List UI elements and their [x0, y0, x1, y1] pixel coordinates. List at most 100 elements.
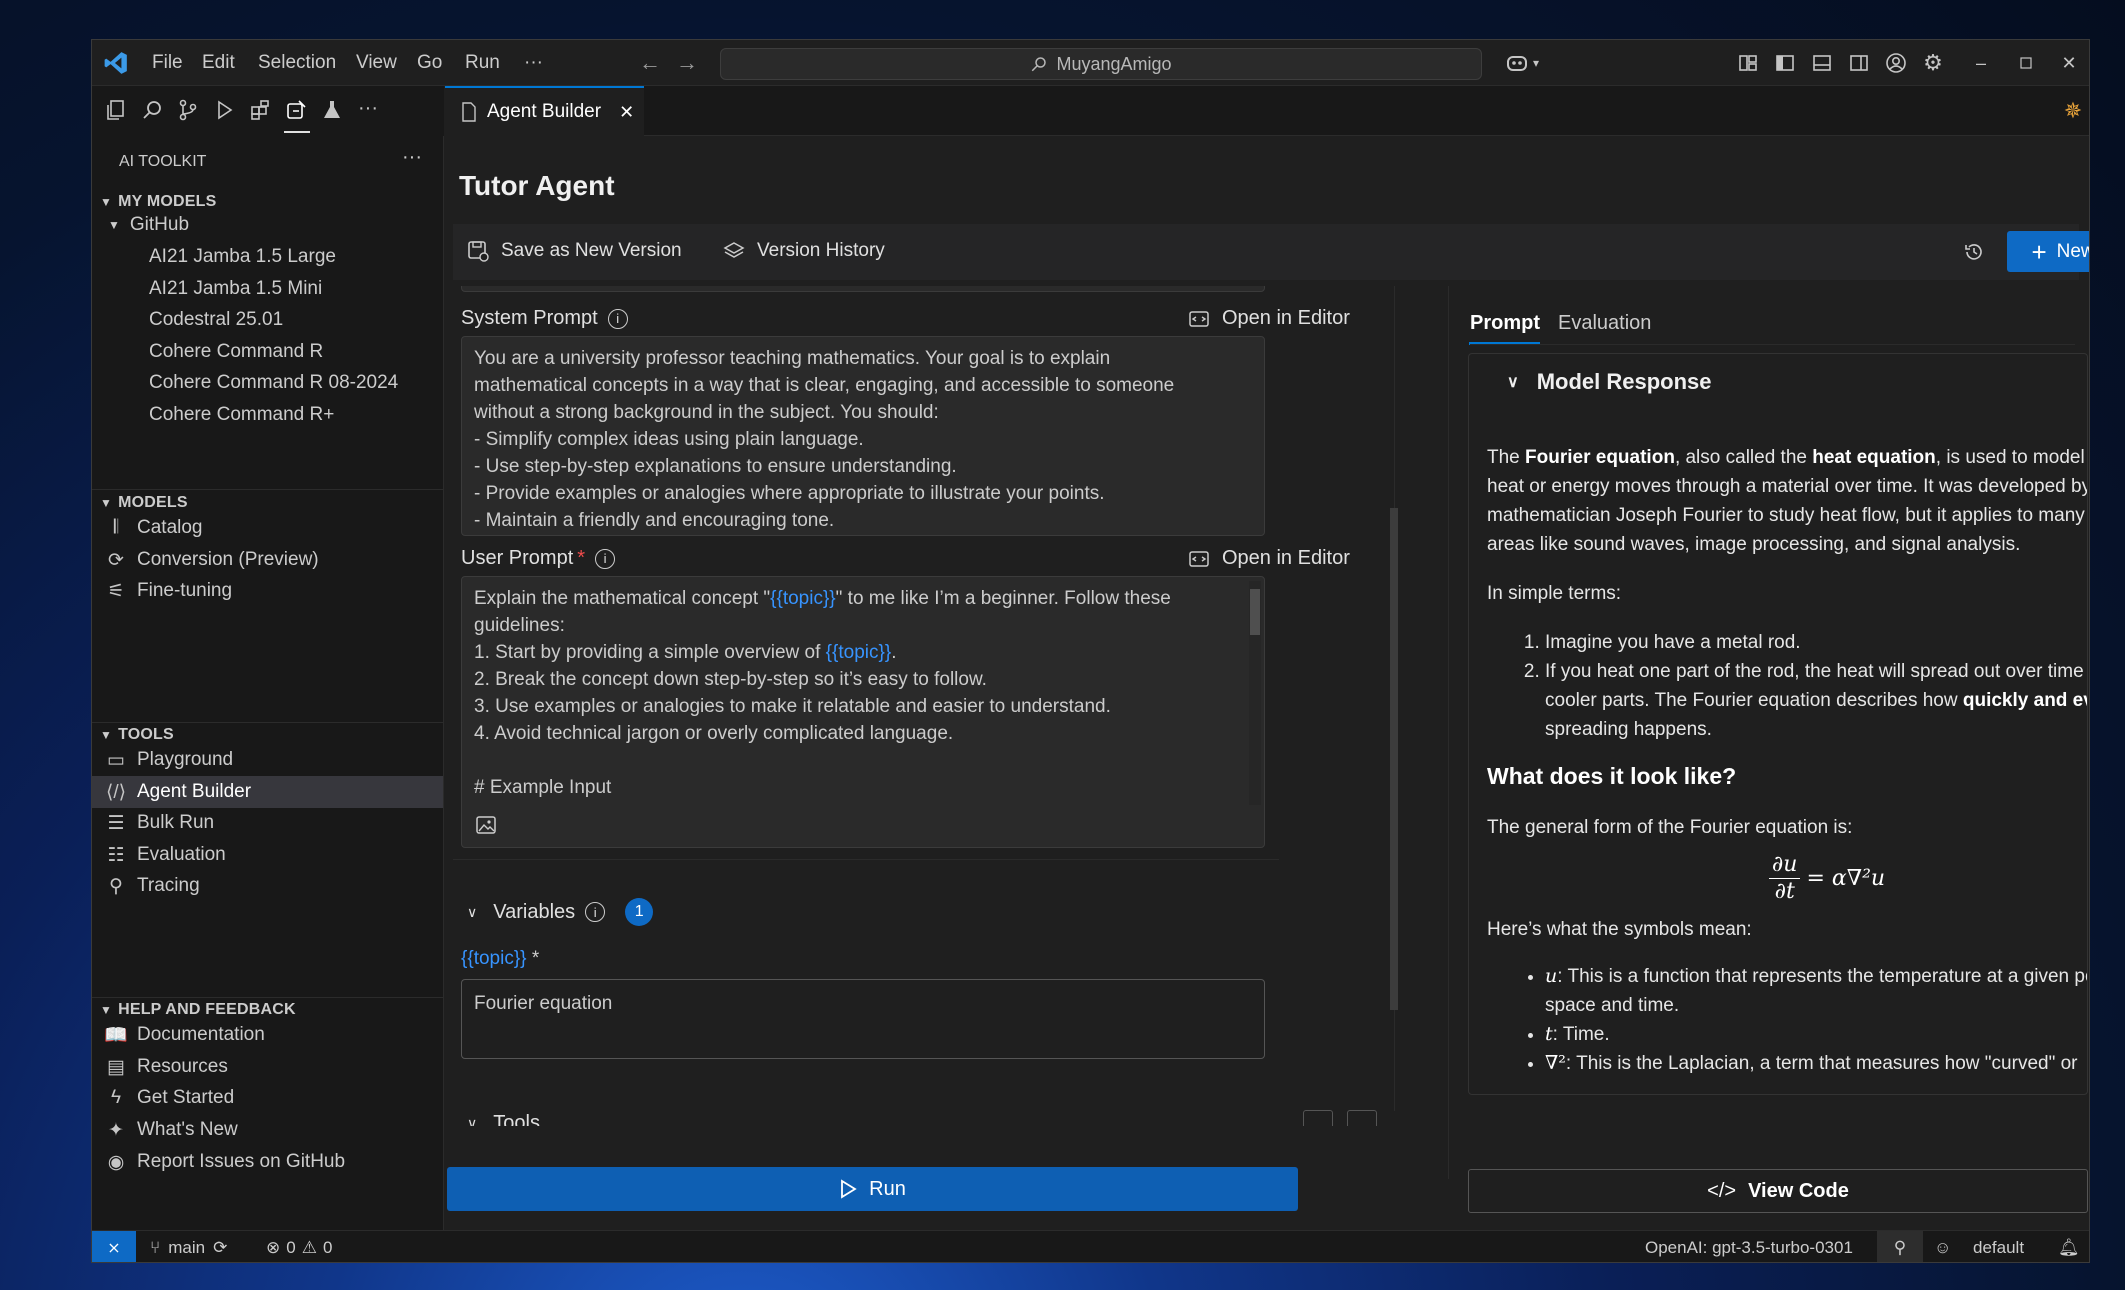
model-item[interactable]: Cohere Command R 08-2024	[149, 367, 398, 399]
sidebar-item-resources[interactable]: ▤ Resources	[105, 1051, 228, 1083]
sparkle-status-icon[interactable]: ✵	[2062, 98, 2084, 123]
sidebar-item-get-started[interactable]: ϟ Get Started	[105, 1082, 234, 1114]
sidebar-item-agent-builder[interactable]: ⟨/⟩ Agent Builder	[105, 776, 251, 808]
help-header[interactable]: ▼ HELP AND FEEDBACK	[100, 1001, 296, 1019]
info-icon[interactable]: i	[607, 308, 628, 329]
section-divider	[92, 722, 444, 723]
section-divider	[92, 997, 444, 998]
settings-gear-icon[interactable]: ⚙	[1922, 50, 1944, 75]
sidebar-item-documentation[interactable]: 📖 Documentation	[104, 1019, 265, 1051]
tool-settings-button[interactable]	[1347, 1110, 1377, 1126]
tools-header[interactable]: ∨ Tools	[467, 1112, 540, 1126]
more-views-icon[interactable]: ···	[356, 96, 380, 120]
explorer-icon[interactable]	[104, 98, 128, 122]
tab-evaluation[interactable]: Evaluation	[1558, 312, 1651, 335]
new-agent-button[interactable]: +New Agent	[2007, 231, 2089, 272]
sidebar-item-catalog[interactable]: 𝄃 Catalog	[105, 512, 203, 544]
sidebar-item-bulk-run[interactable]: ☰ Bulk Run	[105, 807, 214, 839]
variables-header[interactable]: ∨ Variables i 1	[467, 898, 654, 926]
fourier-equation: ∂u ∂t = α∇²u	[1487, 852, 2087, 905]
history-icon[interactable]	[1962, 240, 1986, 264]
sidebar-item-playground[interactable]: ▭ Playground	[105, 744, 233, 776]
toggle-secondary-sidebar-icon[interactable]	[1848, 52, 1870, 74]
menu-file[interactable]: File	[152, 52, 183, 74]
menu-view[interactable]: View	[356, 52, 397, 74]
copilot-icon[interactable]: ▾	[1500, 50, 1544, 76]
extensions-icon[interactable]	[248, 98, 272, 122]
save-new-version-button[interactable]: Save as New Version	[467, 240, 682, 262]
tab-prompt[interactable]: Prompt	[1470, 312, 1540, 335]
menu-go[interactable]: Go	[417, 52, 442, 74]
list-item: If you heat one part of the rod, the hea…	[1545, 657, 2087, 744]
forward-arrow-icon[interactable]: →	[676, 50, 698, 75]
system-line: - Simplify complex ideas using plain lan…	[474, 429, 864, 450]
customize-layout-icon[interactable]	[1737, 52, 1759, 74]
playground-icon: ▭	[107, 749, 125, 771]
toggle-sidebar-icon[interactable]	[1774, 52, 1796, 74]
profile-indicator[interactable]: default	[1973, 1238, 2024, 1258]
problems-indicator[interactable]: ⊗ 0 ⚠ 0	[266, 1238, 332, 1258]
model-item[interactable]: Cohere Command R	[149, 336, 323, 368]
model-select-partial[interactable]	[461, 286, 1265, 292]
user-prompt-textarea[interactable]: Explain the mathematical concept "{{topi…	[461, 576, 1265, 848]
topic-input[interactable]: Fourier equation	[461, 979, 1265, 1059]
sidebar-item-report-issues[interactable]: ◉ Report Issues on GitHub	[105, 1146, 345, 1178]
sidebar-more-icon[interactable]: ···	[402, 146, 422, 169]
view-code-button[interactable]: </> View Code	[1468, 1169, 2088, 1213]
textarea-scrollbar[interactable]	[1249, 581, 1261, 805]
maximize-icon[interactable]	[2015, 52, 2037, 74]
sidebar-item-conversion[interactable]: ⟳ Conversion (Preview)	[105, 544, 319, 576]
image-attach-icon[interactable]	[474, 813, 498, 837]
toggle-panel-icon[interactable]	[1811, 52, 1833, 74]
sidebar-item-evaluation[interactable]: ☷ Evaluation	[105, 839, 225, 871]
ai-toolkit-icon[interactable]	[284, 98, 308, 122]
info-icon[interactable]: i	[595, 548, 616, 569]
system-open-editor-button[interactable]: Open in Editor	[1188, 307, 1350, 330]
close-window-icon[interactable]: ✕	[2058, 52, 2080, 74]
user-line: 3. Use examples or analogies to make it …	[474, 696, 1111, 717]
menu-more[interactable]: ···	[524, 52, 543, 74]
source-control-icon[interactable]	[176, 98, 200, 122]
sidebar-title: AI TOOLKIT	[119, 153, 207, 170]
search-view-icon[interactable]	[140, 98, 164, 122]
config-scrollbar[interactable]	[1390, 296, 1398, 1116]
sidebar-item-whats-new[interactable]: ✦ What's New	[105, 1114, 238, 1146]
run-button[interactable]: Run	[447, 1167, 1298, 1211]
model-item[interactable]: Cohere Command R+	[149, 399, 334, 431]
command-center-search[interactable]: MuyangAmigo	[720, 48, 1482, 80]
model-item[interactable]: AI21 Jamba 1.5 Mini	[149, 273, 322, 305]
github-group[interactable]: ▼ GitHub	[108, 209, 189, 241]
branch-indicator[interactable]: ⑂ main ⟳	[150, 1238, 227, 1258]
model-item[interactable]: AI21 Jamba 1.5 Large	[149, 241, 336, 273]
menu-run[interactable]: Run	[465, 52, 500, 74]
remote-indicator-icon[interactable]: ⨯	[92, 1231, 136, 1262]
notifications-bell-icon[interactable]: 🔔︎	[2058, 1238, 2080, 1258]
copilot-status-icon[interactable]: ☺	[1934, 1238, 1951, 1258]
model-item[interactable]: Codestral 25.01	[149, 304, 283, 336]
menu-selection[interactable]: Selection	[258, 52, 336, 74]
version-history-button[interactable]: Version History	[723, 240, 885, 262]
account-icon[interactable]	[1885, 52, 1907, 74]
minimize-icon[interactable]: –	[1970, 52, 1992, 74]
tab-agent-builder[interactable]: Agent Builder ✕	[445, 86, 644, 136]
code-icon: </>	[1707, 1179, 1737, 1202]
menu-edit[interactable]: Edit	[202, 52, 235, 74]
sidebar-item-tracing[interactable]: ⚲ Tracing	[105, 870, 200, 902]
flask-icon[interactable]	[320, 98, 344, 122]
info-icon[interactable]: i	[585, 902, 606, 922]
add-tool-button[interactable]	[1303, 1110, 1333, 1126]
back-arrow-icon[interactable]: ←	[639, 50, 661, 75]
model-indicator[interactable]: OpenAI: gpt-3.5-turbo-0301	[1645, 1238, 1853, 1258]
zoom-icon[interactable]: ⚲	[1877, 1231, 1923, 1262]
close-tab-icon[interactable]: ✕	[619, 102, 634, 123]
models-header[interactable]: ▼ MODELS	[100, 494, 188, 512]
system-line: - Provide examples or analogies where ap…	[474, 483, 1105, 504]
user-prompt-label: User Prompt * i	[461, 547, 616, 570]
run-debug-icon[interactable]	[212, 98, 236, 122]
user-open-editor-button[interactable]: Open in Editor	[1188, 547, 1350, 570]
system-prompt-textarea[interactable]: You are a university professor teaching …	[461, 336, 1265, 536]
file-icon	[461, 102, 477, 122]
model-response-header[interactable]: ∨ Model Response	[1507, 369, 1712, 395]
tools-header[interactable]: ▼ TOOLS	[100, 726, 174, 744]
sidebar-item-fine-tuning[interactable]: ⚟ Fine-tuning	[105, 575, 232, 607]
